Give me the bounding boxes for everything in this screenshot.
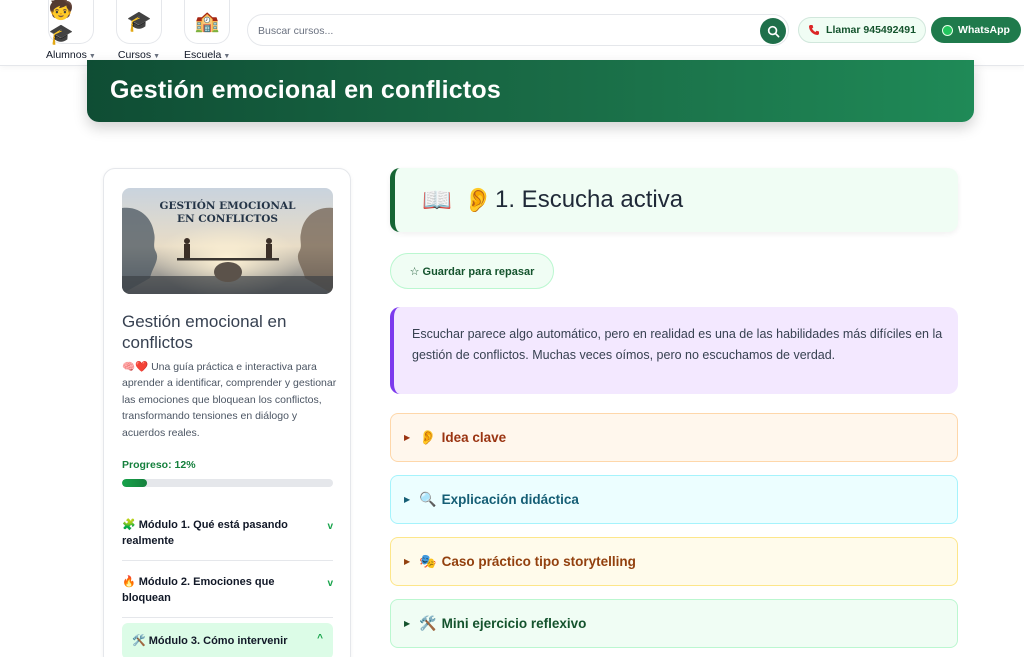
student-graduation-cap-icon: 🧒🎓: [47, 0, 94, 46]
open-book-icon: 📖: [422, 187, 452, 214]
call-button[interactable]: Llamar 945492491: [798, 17, 926, 43]
accordion-label: Idea clave: [441, 430, 507, 445]
course-cover-image: GESTIÓN EMOCIONAL EN CONFLICTOS: [122, 188, 333, 294]
page-title: Gestión emocional en conflictos: [110, 76, 501, 104]
nav-label-alumnos: Alumnos: [46, 49, 87, 61]
lesson-title: 1. Escucha activa: [495, 186, 684, 213]
theater-masks-icon: 🎭: [419, 553, 437, 569]
caret-down-icon: ▼: [223, 53, 231, 60]
graduation-cap-icon: 🎓: [116, 0, 162, 44]
cover-title-line1: GESTIÓN EMOCIONAL: [159, 200, 296, 212]
module-2-label: 🔥 Módulo 2. Emociones que bloquean: [122, 576, 275, 604]
nav-item-escuela[interactable]: 🏫 Escuela ▼: [184, 0, 230, 61]
progress-label: Progreso: 12%: [122, 459, 196, 471]
module-1-toggle[interactable]: 🧩 Módulo 1. Qué está pasando realmente v: [122, 517, 333, 561]
search-button[interactable]: [760, 18, 786, 44]
course-description: 🧠❤️ Una guía práctica e interactiva para…: [122, 361, 337, 439]
progress-bar: [122, 479, 333, 487]
search-bar: [247, 14, 789, 46]
triangle-right-icon: ▶: [404, 557, 411, 566]
accordion-label: Caso práctico tipo storytelling: [441, 554, 636, 569]
lesson-header: 📖 👂 1. Escucha activa: [390, 168, 958, 232]
save-for-review-button[interactable]: ☆ Guardar para repasar: [390, 253, 554, 289]
accordion-label: Explicación didáctica: [441, 492, 579, 507]
top-navigation-bar: 🧒🎓 Alumnos▼ 🎓 Cursos▼ 🏫 Escuela▼ Llamar …: [0, 0, 1024, 66]
save-for-review-label: ☆ Guardar para repasar: [409, 265, 535, 278]
module-3-toggle[interactable]: 🛠️ Módulo 3. Cómo intervenir ^: [122, 623, 333, 657]
lesson-intro-text: Escuchar parece algo automático, pero en…: [412, 327, 943, 362]
chevron-down-icon: v: [327, 578, 333, 589]
whatsapp-label: WhatsApp: [958, 24, 1010, 36]
search-icon: [767, 25, 779, 37]
module-2-toggle[interactable]: 🔥 Módulo 2. Emociones que bloquean v: [122, 574, 333, 618]
accordion-mini-ejercicio[interactable]: ▶ 🛠️ Mini ejercicio reflexivo: [390, 599, 958, 648]
caret-down-icon: ▼: [153, 53, 161, 60]
magnifier-icon: 🔍: [419, 491, 437, 507]
triangle-right-icon: ▶: [404, 433, 411, 442]
accordion-explicacion-didactica[interactable]: ▶ 🔍 Explicación didáctica: [390, 475, 958, 524]
triangle-right-icon: ▶: [404, 619, 411, 628]
module-3-label: 🛠️ Módulo 3. Cómo intervenir: [132, 635, 288, 647]
course-title: Gestión emocional en conflictos: [122, 312, 287, 352]
whatsapp-button[interactable]: WhatsApp: [931, 17, 1021, 43]
call-label: Llamar 945492491: [826, 24, 916, 36]
whatsapp-icon: [942, 24, 954, 36]
nav-item-cursos[interactable]: 🎓 Cursos ▼: [116, 0, 162, 61]
accordion-idea-clave[interactable]: ▶ 👂 Idea clave: [390, 413, 958, 462]
nav-item-alumnos[interactable]: 🧒🎓 Alumnos ▼: [46, 0, 96, 61]
chevron-down-icon: v: [327, 521, 333, 532]
accordion-label: Mini ejercicio reflexivo: [441, 616, 587, 631]
course-sidebar: GESTIÓN EMOCIONAL EN CONFLICTOS Gestión …: [103, 168, 351, 657]
caret-down-icon: ▼: [88, 53, 96, 60]
module-1-label: 🧩 Módulo 1. Qué está pasando realmente: [122, 519, 288, 547]
accordion-caso-practico[interactable]: ▶ 🎭 Caso práctico tipo storytelling: [390, 537, 958, 586]
ear-icon: 👂: [463, 187, 493, 214]
phone-icon: [809, 25, 820, 35]
school-building-icon: 🏫: [184, 0, 231, 44]
chevron-up-icon: ^: [317, 633, 323, 644]
search-input[interactable]: [258, 21, 738, 41]
triangle-right-icon: ▶: [404, 495, 411, 504]
ear-icon: 👂: [419, 429, 437, 445]
cover-title-line2: EN CONFLICTOS: [176, 213, 278, 225]
page-banner: Gestión emocional en conflictos: [87, 60, 974, 122]
lesson-intro-callout: Escuchar parece algo automático, pero en…: [390, 307, 958, 394]
progress-bar-fill: [122, 479, 148, 487]
tools-icon: 🛠️: [419, 615, 437, 631]
